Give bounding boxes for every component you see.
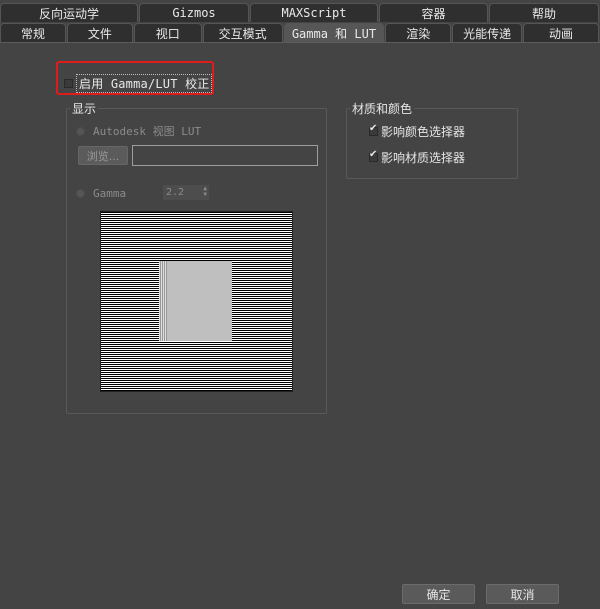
tab-animation[interactable]: 动画	[523, 23, 599, 42]
cancel-button[interactable]: 取消	[486, 584, 559, 604]
affect-color-selector-option[interactable]: 影响颜色选择器	[369, 123, 465, 140]
gamma-value: 2.2	[166, 187, 185, 198]
tab-general[interactable]: 常规	[0, 23, 66, 42]
enable-gamma-lut-checkbox[interactable]: 启用 Gamma/LUT 校正	[64, 74, 213, 93]
affect-material-selector-option[interactable]: 影响材质选择器	[369, 149, 465, 166]
tab-help[interactable]: 帮助	[489, 3, 599, 22]
tab-radiosity[interactable]: 光能传递	[452, 23, 523, 42]
spinner-arrows-icon[interactable]: ▲ ▼	[203, 186, 207, 198]
tab-viewports[interactable]: 视口	[133, 23, 202, 42]
lut-radio[interactable]	[76, 126, 85, 136]
gamma-test-pattern	[100, 211, 293, 392]
tab-ik[interactable]: 反向运动学	[0, 3, 138, 22]
enable-gamma-lut-label[interactable]: 启用 Gamma/LUT 校正	[76, 74, 213, 93]
ok-button[interactable]: 确定	[402, 584, 475, 604]
tab-gamma-lut[interactable]: Gamma 和 LUT	[283, 23, 385, 42]
affect-material-checkbox[interactable]	[369, 149, 378, 162]
tab-container[interactable]: 容器	[379, 3, 488, 22]
display-group-title: 显示	[70, 100, 99, 117]
tab-files[interactable]: 文件	[66, 23, 133, 42]
gamma-radio-option[interactable]: Gamma	[76, 187, 126, 200]
tab-rendering[interactable]: 渲染	[385, 23, 452, 42]
browse-button[interactable]: 浏览...	[78, 146, 128, 165]
gamma-spinner[interactable]: 2.2 ▲ ▼	[163, 185, 209, 200]
tab-gizmos[interactable]: Gizmos	[139, 3, 249, 22]
gamma-radio-label: Gamma	[93, 187, 127, 200]
lut-radio-label: Autodesk 视图 LUT	[93, 125, 202, 138]
gamma-test-swatch	[159, 261, 232, 341]
affect-material-label: 影响材质选择器	[381, 151, 466, 165]
tab-interaction-mode[interactable]: 交互模式	[202, 23, 283, 42]
lut-path-field[interactable]	[132, 145, 318, 166]
enable-checkbox-box[interactable]	[64, 79, 73, 88]
tab-divider	[0, 42, 600, 43]
tab-row-bottom: 常规 文件 视口 交互模式 Gamma 和 LUT 渲染 光能传递 动画	[0, 23, 600, 42]
lut-radio-option[interactable]: Autodesk 视图 LUT	[76, 123, 201, 139]
tab-maxscript[interactable]: MAXScript	[250, 3, 378, 22]
tab-row-top: 反向运动学 Gizmos MAXScript 容器 帮助	[0, 3, 600, 22]
gamma-test-stripes	[159, 261, 167, 341]
materials-colors-group-title: 材质和颜色	[350, 100, 415, 117]
materials-colors-group	[346, 108, 518, 179]
affect-color-checkbox[interactable]	[369, 123, 378, 136]
affect-color-label: 影响颜色选择器	[381, 125, 466, 139]
gamma-radio[interactable]	[76, 189, 85, 198]
